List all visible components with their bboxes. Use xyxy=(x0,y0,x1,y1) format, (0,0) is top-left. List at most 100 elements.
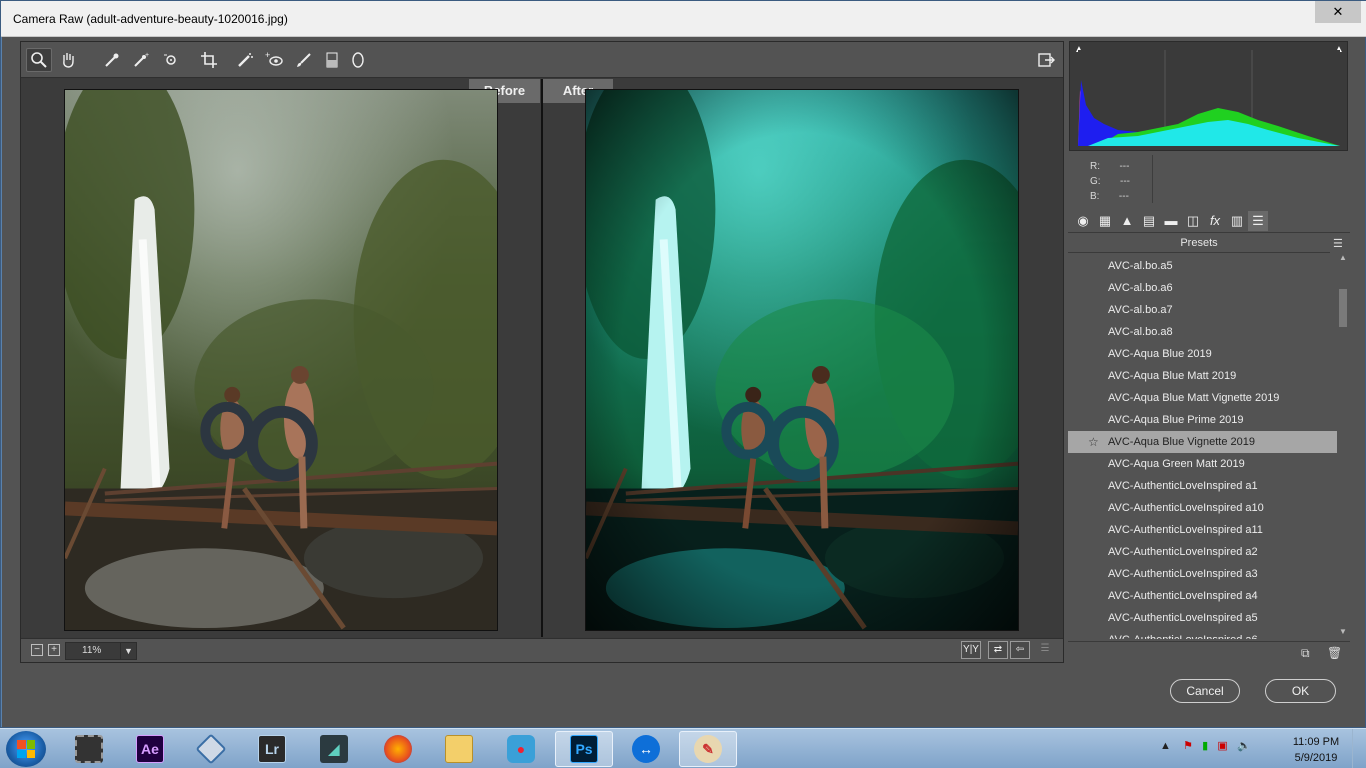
trash-icon[interactable]: 🗑 xyxy=(1327,646,1342,660)
spot-removal-tool-icon[interactable] xyxy=(232,48,258,72)
media-player-icon[interactable] xyxy=(60,731,118,767)
file-explorer-icon[interactable] xyxy=(430,731,488,767)
zoom-level-select[interactable]: 11% ▼ xyxy=(65,642,137,660)
close-window-button[interactable]: ✕ xyxy=(1315,1,1361,23)
zoom-tool-icon[interactable] xyxy=(26,48,52,72)
effects-icon[interactable]: fx xyxy=(1205,211,1225,231)
photoshop-icon[interactable]: Ps xyxy=(555,731,613,767)
hsl-icon[interactable]: ▤ xyxy=(1139,211,1159,231)
white-balance-tool-icon[interactable] xyxy=(99,48,125,72)
list-item[interactable]: AVC-al.bo.a8 xyxy=(1068,321,1337,343)
r-value: --- xyxy=(1119,161,1130,172)
screen-recorder-icon[interactable]: ● xyxy=(492,731,550,767)
presets-icon[interactable]: ☰ xyxy=(1248,211,1268,231)
before-after-view-button[interactable]: Y|Y xyxy=(961,641,981,659)
windows-logo-icon xyxy=(17,740,35,758)
adjustment-brush-icon[interactable] xyxy=(291,48,317,72)
image-canvas: Before After xyxy=(21,79,1063,637)
toggle-settings-icon[interactable]: ☰ xyxy=(1035,641,1055,659)
list-item[interactable]: AVC-AuthenticLoveInspired a2 xyxy=(1068,541,1337,563)
camera-calibration-icon[interactable]: ▥ xyxy=(1227,211,1247,231)
list-item[interactable]: AVC-Aqua Blue Matt Vignette 2019 xyxy=(1068,387,1337,409)
volume-icon[interactable]: 🔈 xyxy=(1237,740,1251,752)
dialog-body: + + Before After − + 11% ▼ Y|Y ⇄ ⇦ ☰ ▲ ▲… xyxy=(2,37,1365,727)
network-icon[interactable]: ▣ xyxy=(1217,740,1227,752)
targeted-adjustment-tool-icon[interactable] xyxy=(158,48,184,72)
panel-tabs: ◉ ▦ ▲ ▤ ▬ ◫ fx ▥ ☰ xyxy=(1068,209,1350,233)
action-center-icon[interactable]: ⚑ xyxy=(1183,740,1193,752)
list-item[interactable]: AVC-Aqua Blue Prime 2019 xyxy=(1068,409,1337,431)
svg-text:+: + xyxy=(145,52,149,59)
g-label: G: xyxy=(1090,176,1101,187)
list-item[interactable]: AVC-AuthenticLoveInspired a5 xyxy=(1068,607,1337,629)
list-item[interactable]: AVC-AuthenticLoveInspired a4 xyxy=(1068,585,1337,607)
color-sampler-tool-icon[interactable]: + xyxy=(128,48,154,72)
list-item[interactable]: AVC-Aqua Blue Matt 2019 xyxy=(1068,365,1337,387)
after-effects-icon[interactable]: Ae xyxy=(121,731,179,767)
swap-before-after-button[interactable]: ⇄ xyxy=(988,641,1008,659)
battery-icon[interactable]: ▮ xyxy=(1202,740,1208,752)
panel-title: Presets xyxy=(1068,233,1330,253)
split-toning-icon[interactable]: ▬ xyxy=(1161,211,1181,231)
lightroom-icon[interactable]: Lr xyxy=(243,731,301,767)
b-value: --- xyxy=(1118,191,1129,202)
basic-icon[interactable]: ◉ xyxy=(1073,211,1093,231)
scroll-down-icon[interactable]: ▼ xyxy=(1339,627,1347,636)
list-item[interactable]: AVC-al.bo.a5 xyxy=(1068,255,1337,277)
ok-button[interactable]: OK xyxy=(1265,679,1336,703)
tone-curve-icon[interactable]: ▦ xyxy=(1095,211,1115,231)
list-item[interactable]: AVC-AuthenticLoveInspired a11 xyxy=(1068,519,1337,541)
scroll-thumb[interactable] xyxy=(1339,289,1347,327)
panel-menu-icon[interactable]: ☰ xyxy=(1333,237,1343,250)
system-tray: ▲ ⚑ ▮ ▣ 🔈 xyxy=(1160,739,1251,752)
hand-tool-icon[interactable] xyxy=(55,48,81,72)
firefox-icon[interactable] xyxy=(369,731,427,767)
scroll-up-icon[interactable]: ▲ xyxy=(1339,253,1347,262)
detail-icon[interactable]: ▲ xyxy=(1117,211,1137,231)
adjustment-panel: ▲ ▲ R: --- G: --- B: --- ◉ ▦ ▲ ▤ ▬ ◫ fx … xyxy=(1068,41,1350,663)
show-desktop-button[interactable] xyxy=(1352,729,1366,768)
zoom-out-button[interactable]: − xyxy=(31,644,43,656)
histogram: ▲ ▲ xyxy=(1069,41,1348,151)
panel-footer: ⧉ 🗑 xyxy=(1068,641,1350,663)
show-hidden-icons-icon[interactable]: ▲ xyxy=(1160,740,1171,752)
clock-date: 5/9/2019 xyxy=(1294,752,1338,764)
network-app-icon[interactable] xyxy=(182,731,240,767)
list-item[interactable]: AVC-AuthenticLoveInspired a10 xyxy=(1068,497,1337,519)
cancel-button[interactable]: Cancel xyxy=(1170,679,1240,703)
list-item-label: AVC-Aqua Blue Vignette 2019 xyxy=(1108,436,1255,448)
new-preset-icon[interactable]: ⧉ xyxy=(1301,646,1310,661)
list-item[interactable]: AVC-Aqua Blue 2019 xyxy=(1068,343,1337,365)
copy-after-to-before-button[interactable]: ⇦ xyxy=(1010,641,1030,659)
filmora-icon[interactable]: ◢ xyxy=(305,731,363,767)
teamviewer-icon[interactable]: ↔ xyxy=(617,731,675,767)
list-item-selected[interactable]: ☆ AVC-Aqua Blue Vignette 2019 xyxy=(1068,431,1337,453)
clock[interactable]: 11:09 PM 5/9/2019 xyxy=(1284,734,1348,766)
preview-panel: + + Before After − + 11% ▼ Y|Y ⇄ ⇦ ☰ xyxy=(20,41,1064,663)
chevron-down-icon: ▼ xyxy=(120,643,136,659)
crop-tool-icon[interactable] xyxy=(196,48,222,72)
histogram-graph xyxy=(1078,50,1340,146)
list-item[interactable]: AVC-AuthenticLoveInspired a6 xyxy=(1068,629,1337,639)
tool-bar: + + xyxy=(21,42,1063,78)
graduated-filter-icon[interactable] xyxy=(319,48,345,72)
clock-time: 11:09 PM xyxy=(1292,736,1340,748)
radial-filter-icon[interactable] xyxy=(345,48,371,72)
svg-text:+: + xyxy=(265,51,270,60)
list-item[interactable]: AVC-AuthenticLoveInspired a1 xyxy=(1068,475,1337,497)
list-item[interactable]: AVC-AuthenticLoveInspired a3 xyxy=(1068,563,1337,585)
open-preferences-icon[interactable] xyxy=(1033,48,1059,72)
paint-icon[interactable]: ✎ xyxy=(679,731,737,767)
red-eye-tool-icon[interactable]: + xyxy=(261,48,287,72)
preset-scrollbar[interactable]: ▲ ▼ xyxy=(1338,253,1348,639)
lens-icon[interactable]: ◫ xyxy=(1183,211,1203,231)
list-item[interactable]: AVC-al.bo.a7 xyxy=(1068,299,1337,321)
preview-status-bar: − + 11% ▼ Y|Y ⇄ ⇦ ☰ xyxy=(21,638,1063,662)
window-title: Camera Raw (adult-adventure-beauty-10200… xyxy=(13,12,288,26)
taskbar: Ae Lr ◢ ● Ps ↔ ✎ ▲ ⚑ ▮ ▣ 🔈 11:09 PM 5/9/… xyxy=(0,728,1366,768)
list-item[interactable]: AVC-al.bo.a6 xyxy=(1068,277,1337,299)
star-icon[interactable]: ☆ xyxy=(1088,431,1099,453)
list-item[interactable]: AVC-Aqua Green Matt 2019 xyxy=(1068,453,1337,475)
zoom-in-button[interactable]: + xyxy=(48,644,60,656)
start-button[interactable] xyxy=(6,731,46,767)
